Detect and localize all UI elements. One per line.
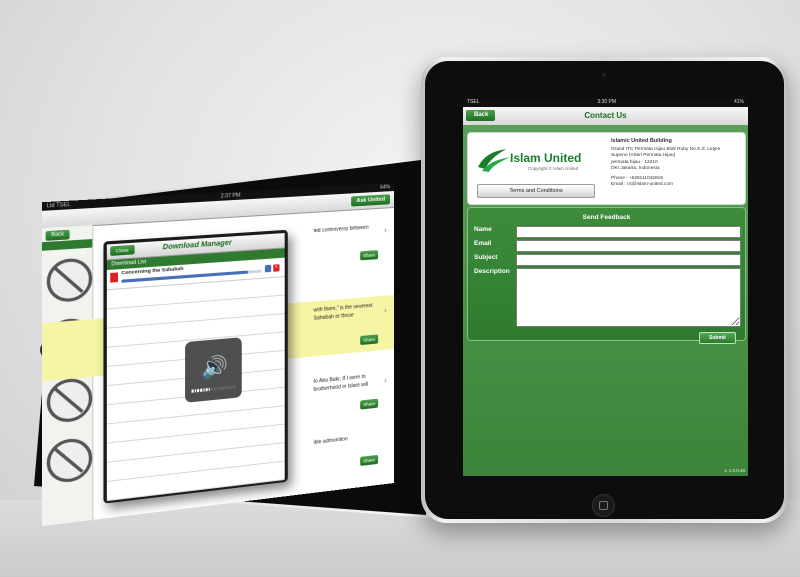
- chevron-right-icon[interactable]: ›: [384, 306, 387, 315]
- sidebar-back-button[interactable]: Back: [46, 230, 70, 241]
- share-button[interactable]: Share: [360, 399, 378, 410]
- volume-hud: 🔊: [185, 337, 242, 403]
- subject-field[interactable]: [516, 254, 741, 266]
- email-label: Email: [474, 240, 491, 247]
- email-address[interactable]: Email : cs@islam-united.com: [611, 182, 741, 189]
- feedback-form: Send Feedback Name Email Subject Descrip…: [467, 207, 746, 341]
- sidebar-header: Sejarah Islam Al Sa: [42, 239, 92, 251]
- logo-copyright: Copyright © Islam United: [528, 166, 578, 171]
- speaker-icon: 🔊: [201, 353, 228, 381]
- no-image-thumb[interactable]: [47, 257, 93, 303]
- terms-and-conditions-button[interactable]: Terms and Conditions: [477, 184, 595, 198]
- share-button[interactable]: Share: [360, 455, 378, 466]
- volume-level-bars: [192, 385, 236, 392]
- pause-icon[interactable]: [265, 265, 271, 273]
- description-field[interactable]: [516, 268, 741, 327]
- version-label: v. 1.0.0.48: [724, 468, 745, 473]
- home-button-right[interactable]: [592, 494, 615, 517]
- address-block: Islamic United Building Grand ITC Permat…: [611, 138, 741, 189]
- pdf-icon: [110, 272, 118, 282]
- ask-united-button[interactable]: Ask United: [351, 194, 390, 206]
- status-bar: TSEL 3:30 PM 41%: [463, 98, 748, 107]
- email-field[interactable]: [516, 240, 741, 252]
- top-nav-bar: Contact Us Back: [463, 107, 748, 126]
- name-label: Name: [474, 226, 492, 233]
- sidebar-header-label: Sejarah Islam: [46, 250, 74, 257]
- islam-united-logo: Islam United Copyright © Islam United: [476, 145, 596, 175]
- page-title: Contact Us: [463, 107, 748, 125]
- logo-mark-icon: [476, 145, 512, 173]
- row-text: ible admonition: [314, 436, 348, 446]
- name-field[interactable]: [516, 226, 741, 238]
- building-name: Islamic United Building: [611, 138, 741, 145]
- share-button[interactable]: Share: [360, 334, 378, 345]
- battery-label: 41%: [734, 98, 744, 107]
- no-image-thumb[interactable]: [47, 377, 93, 424]
- no-image-thumb[interactable]: [47, 437, 93, 485]
- cancel-icon[interactable]: ×: [273, 264, 279, 272]
- ipad-right-device: TSEL 3:30 PM 41% Contact Us Back Islam U…: [421, 57, 788, 523]
- back-button[interactable]: Back: [466, 110, 495, 121]
- chevron-right-icon[interactable]: ›: [384, 376, 387, 385]
- clock-label: 3:30 PM: [597, 98, 616, 107]
- submit-button[interactable]: Submit: [699, 332, 736, 344]
- download-manager-popover: Close Download Manager Download List Con…: [103, 230, 287, 504]
- description-label: Description: [474, 268, 510, 275]
- share-button[interactable]: Share: [360, 250, 378, 260]
- chevron-right-icon[interactable]: ›: [384, 225, 387, 234]
- contact-info-card: Islam United Copyright © Islam United Te…: [467, 132, 746, 205]
- feedback-title: Send Feedback: [468, 214, 745, 221]
- logo-text: Islam United: [510, 151, 581, 165]
- camera-icon: [602, 73, 606, 77]
- row-text: ted controversy between: [314, 225, 369, 235]
- right-screen: TSEL 3:30 PM 41% Contact Us Back Islam U…: [463, 98, 748, 476]
- left-screen: Ltd TSEL 2:37 PM 64% Ask United Back Sej…: [42, 183, 394, 526]
- carrier-label: TSEL: [467, 98, 480, 107]
- subject-label: Subject: [474, 254, 497, 261]
